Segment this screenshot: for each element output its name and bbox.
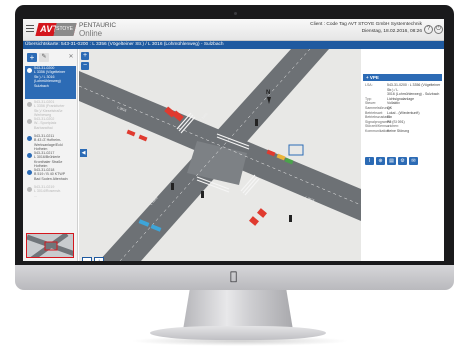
info-action-icon[interactable]: ⚙: [398, 157, 407, 165]
close-icon[interactable]: ✕: [66, 53, 76, 62]
intersection-list: 543-31-0200 L 3356 (Vögelteiner Str.) / …: [25, 66, 76, 202]
info-row: Kommunikation: Keine Störung: [365, 129, 443, 134]
date-info: Dienstag, 18.02.2016, 08:26: [361, 29, 422, 34]
list-item[interactable]: 543-31-0218 B 519 / B 40 KTWP Bad Soden …: [25, 168, 76, 184]
info-key: Kommunikation:: [365, 128, 391, 133]
list-item-label: 543-31-0218 B 519 / B 40 KTWP Bad Soden …: [34, 168, 68, 181]
apple-logo-icon: : [230, 269, 237, 283]
screen: AVT STOYE PENTAURIC Online Client : Code…: [23, 19, 444, 261]
user-info: Client : Code Tag AVT STOYE GmbH Systemt…: [310, 22, 422, 27]
map-thumbnail[interactable]: [26, 233, 74, 258]
list-item-label: 543-31-0200 L 3356 (Vögelteiner Str.) / …: [34, 66, 66, 88]
list-item[interactable]: 543-31-0201 L 3356 (Frankfurter Str.)/ K…: [25, 100, 76, 118]
list-item[interactable]: 543-31-0219 L 3014/Rosenstr. ...: [25, 185, 76, 201]
product-subtitle: Online: [79, 29, 103, 38]
logo-sub: STOYE: [53, 23, 77, 36]
north-label: N: [266, 90, 271, 96]
info-value: 543-31-0200 : L 3356 (Vögelteiner Str.) …: [387, 83, 441, 97]
info-action-icon[interactable]: ⊕: [376, 157, 385, 165]
info-actions: I ⊕ ▤ ⚙ ✉: [365, 157, 418, 165]
info-action-icon[interactable]: I: [365, 157, 374, 165]
monitor-stand: [183, 290, 293, 330]
measure-vertical-button[interactable]: ↕: [94, 257, 104, 261]
list-item[interactable]: 543-31-0202 W...Sportplatz Barbarathal: [25, 117, 76, 133]
info-value: Keine Störung: [387, 128, 410, 133]
status-dot-icon: [27, 68, 32, 73]
list-item-label: 543-31-0219 L 3014/Rosenstr. ...: [34, 185, 62, 198]
intersection-map[interactable]: + − N L 3016 L 3016 L 3356 L 3356 ◀ ↔ ↕: [79, 49, 361, 261]
tools-button[interactable]: ✎: [39, 53, 49, 62]
list-item[interactable]: 543-31-0200 L 3356 (Vögelteiner Str.) / …: [25, 66, 76, 99]
list-item-label: 543-31-0202 W...Sportplatz Barbarathal: [34, 117, 57, 130]
help-icon[interactable]: ?: [424, 25, 433, 34]
status-dot-icon: [27, 153, 32, 158]
zoom-in-button[interactable]: +: [81, 52, 89, 60]
zoom-out-button[interactable]: −: [81, 62, 89, 70]
info-key: LSA:: [365, 83, 373, 87]
north-arrow-icon: [267, 97, 271, 104]
list-item-label: 543-31-0211 B 43 /Z Hofheim- Werksanlage…: [34, 134, 63, 152]
status-dot-icon: [27, 102, 32, 107]
title-bar: Übersichtskarte: 543-31-0200 : L 3356 (V…: [23, 41, 444, 49]
info-row: LSA: 543-31-0200 : L 3356 (Vögelteiner St…: [365, 83, 443, 97]
thumbnail-svg: [27, 234, 73, 257]
list-item[interactable]: 543-31-0217 L 3016/Brühlerle Kronthaler …: [25, 151, 76, 169]
camera: [234, 12, 237, 15]
monitor-foot: [150, 326, 326, 340]
info-action-icon[interactable]: ✉: [409, 157, 418, 165]
status-dot-icon: [27, 187, 32, 192]
add-button[interactable]: +: [27, 53, 37, 62]
product-name: PENTAURIC: [79, 22, 117, 29]
list-item[interactable]: 543-31-0211 B 43 /Z Hofheim- Werksanlage…: [25, 134, 76, 152]
collapse-sidebar-button[interactable]: ◀: [80, 149, 87, 157]
sidebar: + ✎ ✕ 543-31-0200 L 3356 (Vögelteiner St…: [23, 49, 78, 261]
info-panel-header[interactable]: + VPE: [363, 74, 442, 81]
power-icon[interactable]: ⏻: [434, 25, 443, 34]
info-rows: LSA: 543-31-0200 : L 3356 (Vögelteiner St…: [365, 83, 443, 134]
list-item-label: 543-31-0201 L 3356 (Frankfurter Str.)/ K…: [34, 100, 65, 118]
page-title: Übersichtskarte: 543-31-0200 : L 3356 (V…: [25, 42, 224, 47]
status-dot-icon: [27, 170, 32, 175]
info-action-icon[interactable]: ▤: [387, 157, 396, 165]
list-item-label: 543-31-0217 L 3016/Brühlerle Kronthaler …: [34, 151, 63, 169]
status-dot-icon: [27, 119, 32, 124]
status-dot-icon: [27, 136, 32, 141]
app-header: AVT STOYE PENTAURIC Online Client : Code…: [23, 19, 444, 41]
map-svg: [79, 49, 361, 261]
menu-icon[interactable]: [26, 25, 34, 32]
measure-horizontal-button[interactable]: ↔: [82, 257, 92, 261]
info-panel: + VPE LSA: 543-31-0200 : L 3356 (Vögeltei…: [363, 49, 444, 261]
